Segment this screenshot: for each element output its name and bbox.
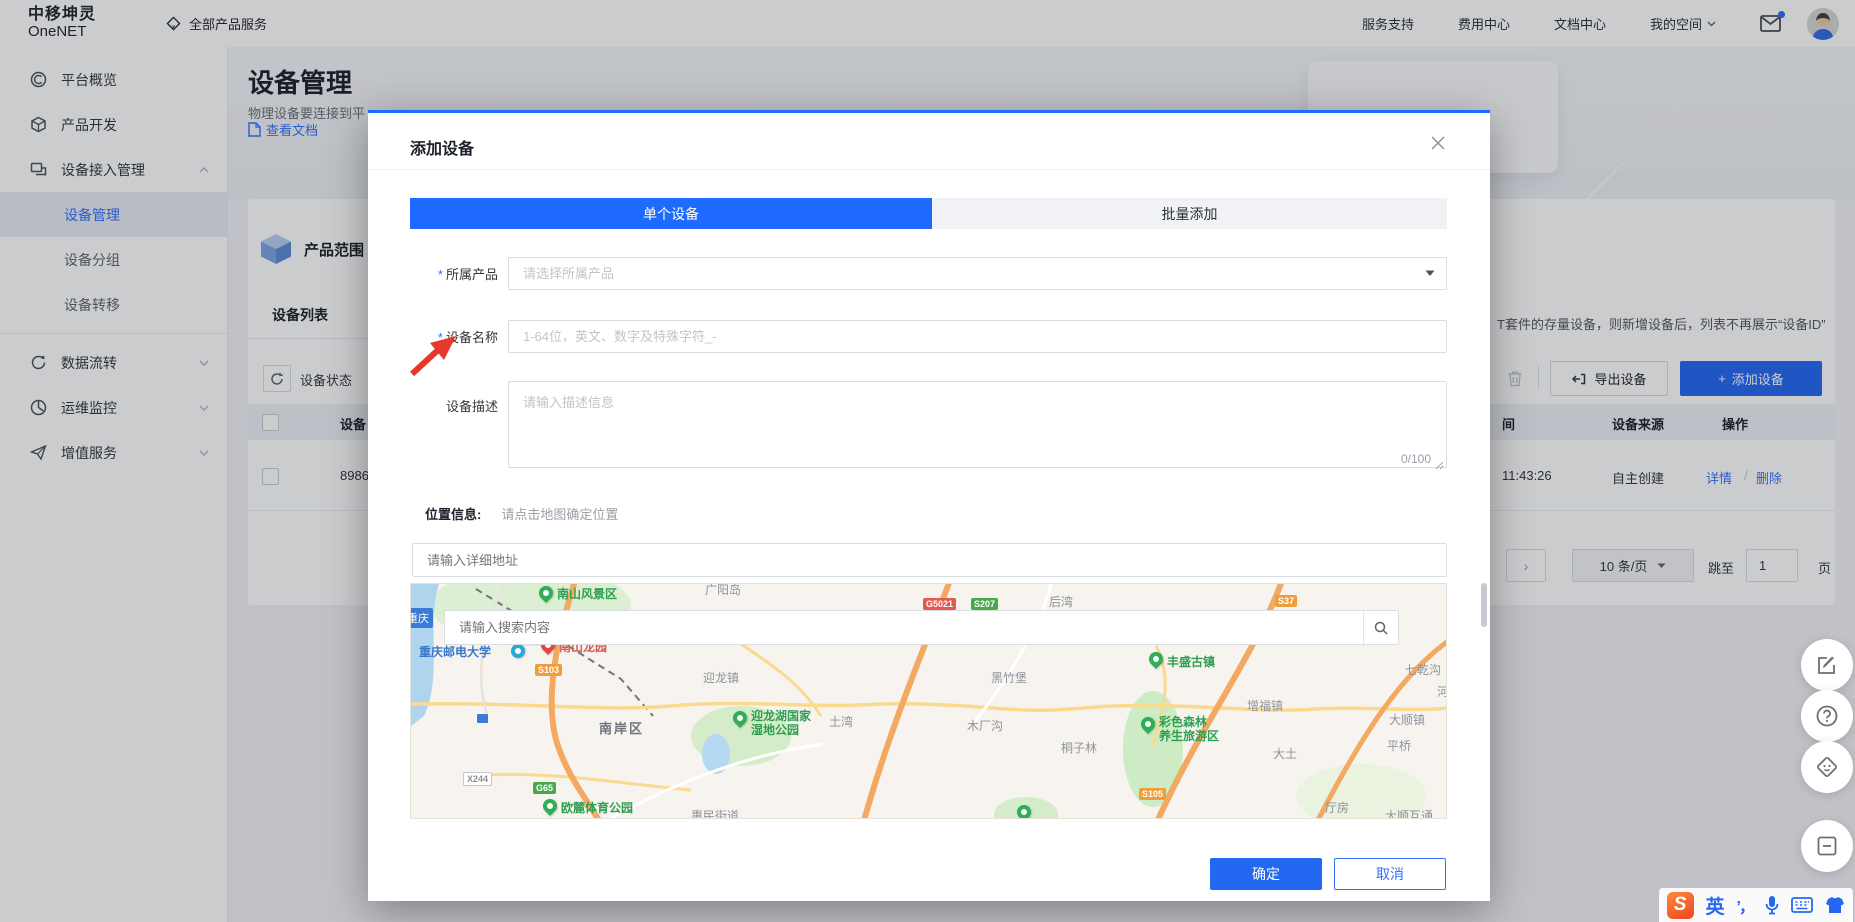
map-label: 木厂沟	[967, 720, 1003, 734]
form-row-product: *所属产品	[410, 257, 1447, 290]
cancel-button[interactable]: 取消	[1334, 858, 1446, 890]
ime-logo[interactable]: S	[1667, 892, 1694, 919]
map-label: 七乾沟	[1405, 664, 1441, 678]
product-select[interactable]	[508, 257, 1447, 290]
map-label: 河	[1437, 686, 1447, 700]
form-row-name: *设备名称	[410, 320, 1447, 353]
ime-skin-icon[interactable]	[1825, 896, 1845, 914]
ime-keyboard-icon[interactable]	[1791, 897, 1813, 913]
ime-punctuation-toggle[interactable]: ’，	[1737, 893, 1753, 917]
map-label: 土湾	[829, 716, 853, 730]
map-label: 迎龙湖国家湿地公园	[751, 710, 811, 738]
map-marker-icon	[1146, 649, 1166, 669]
map-label: 南山风景区	[557, 588, 617, 602]
question-icon	[1816, 705, 1838, 727]
map-label: 厅房	[1325, 802, 1349, 816]
map-search-button[interactable]	[1363, 611, 1398, 644]
search-icon	[1374, 621, 1388, 635]
map-label: 重庆邮电大学	[419, 646, 491, 660]
char-counter: 0/100	[1401, 452, 1431, 466]
map-label: 大顺互通	[1385, 810, 1433, 819]
ime-toolbar: S 英 ’，	[1659, 888, 1853, 922]
confirm-button[interactable]: 确定	[1210, 858, 1322, 890]
map-label: 大土	[1273, 748, 1297, 762]
address-input[interactable]	[412, 543, 1447, 577]
map-label: 惠民街道	[691, 810, 739, 819]
map-label: 迎龙镇	[703, 672, 739, 686]
map-search-box	[444, 610, 1399, 645]
device-name-input[interactable]	[508, 320, 1447, 353]
tab-batch-add[interactable]: 批量添加	[932, 198, 1447, 229]
map-label: 广阳岛	[705, 584, 741, 598]
resize-handle-icon[interactable]	[1435, 461, 1444, 470]
map-marker-icon	[540, 796, 560, 816]
map-label: 平桥	[1387, 740, 1411, 754]
robot-face-icon	[1815, 755, 1839, 779]
road-badge: X244	[463, 772, 492, 786]
feedback-edit-button[interactable]	[1801, 639, 1853, 691]
help-button[interactable]	[1801, 690, 1853, 742]
tab-single-device[interactable]: 单个设备	[410, 198, 932, 229]
form-row-description: 设备描述 0/100	[410, 381, 1447, 473]
location-hint: 请点击地图确定位置	[501, 504, 618, 523]
road-badge: S103	[535, 664, 562, 676]
modal-tabs: 单个设备 批量添加	[410, 198, 1447, 229]
map-label: 南岸区	[599, 722, 644, 737]
modal-scrollbar[interactable]	[1481, 583, 1487, 627]
device-desc-label: 设备描述	[410, 381, 498, 415]
road-badge: G5021	[923, 598, 956, 610]
ime-language-toggle[interactable]: 英	[1706, 892, 1725, 919]
modal-close-button[interactable]	[1430, 135, 1448, 153]
map-label: 彩色森林养生旅游区	[1159, 716, 1219, 744]
ime-mic-icon[interactable]	[1765, 895, 1779, 915]
map-label: 后湾	[1049, 596, 1073, 610]
add-device-modal: 添加设备 单个设备 批量添加 *所属产品 *设备名称 设备描述	[368, 110, 1490, 901]
customer-service-button[interactable]	[1801, 741, 1853, 793]
road-badge: S37	[1275, 595, 1297, 607]
road-badge: G65	[533, 782, 556, 794]
required-mark: *	[438, 267, 443, 282]
minimize-icon	[1817, 836, 1837, 856]
map-marker-icon	[1014, 802, 1034, 819]
modal-title: 添加设备	[410, 135, 474, 159]
location-row: 位置信息: 请点击地图确定位置	[425, 504, 618, 523]
modal-divider	[368, 169, 1490, 170]
edit-icon	[1817, 655, 1837, 675]
collapse-button[interactable]	[1801, 820, 1853, 872]
map-label: 黑竹堡	[991, 672, 1027, 686]
map-marker-icon	[536, 583, 556, 603]
map-marker-icon	[1138, 714, 1158, 734]
map-marker-icon	[730, 708, 750, 728]
road-badge: S207	[971, 598, 998, 610]
road-badge: S105	[1139, 788, 1166, 800]
location-map[interactable]: 南山风景区广阳岛后湾重庆邮电大学南山龙园迎龙镇黑竹堡丰盛古镇七乾沟南岸区迎龙湖国…	[410, 583, 1447, 819]
device-desc-textarea[interactable]	[508, 381, 1447, 468]
location-label: 位置信息:	[425, 504, 481, 523]
map-label: 增福镇	[1247, 700, 1283, 714]
screen: 中移坤灵 OneNET 全部产品服务 服务支持 费用中心 文档中心 我的空间	[0, 0, 1855, 922]
map-label: 大顺镇	[1389, 714, 1425, 728]
annotation-arrow-icon	[406, 330, 460, 378]
close-icon	[1430, 135, 1446, 151]
map-label: 欧麓体育公园	[561, 802, 633, 816]
city-badge: 重庆	[410, 608, 433, 628]
map-label: 桐子林	[1061, 742, 1097, 756]
product-label: *所属产品	[410, 264, 498, 283]
metro-station-icon	[477, 714, 488, 723]
map-search-input[interactable]	[445, 611, 1363, 644]
map-label: 丰盛古镇	[1167, 656, 1215, 670]
